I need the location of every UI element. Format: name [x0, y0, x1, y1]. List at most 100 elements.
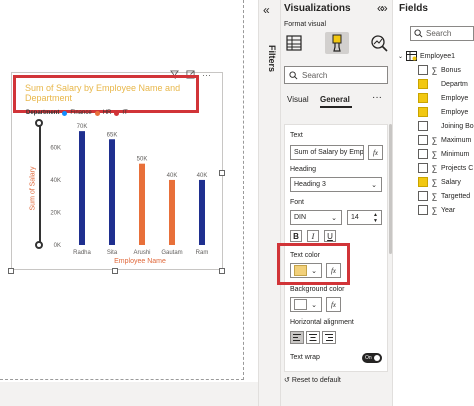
- toggle-state: On: [365, 355, 372, 361]
- legend-title: Department: [26, 110, 60, 116]
- filters-label[interactable]: Filters: [263, 45, 277, 73]
- text-color-highlight-box: [277, 243, 350, 285]
- fx-button[interactable]: fx: [368, 145, 383, 160]
- x-tick-label: Ram: [196, 250, 209, 256]
- field-checkbox[interactable]: [418, 79, 428, 89]
- bold-button[interactable]: B: [290, 230, 302, 242]
- field-label: Minimum: [441, 150, 470, 158]
- reset-label: Reset to default: [291, 377, 341, 384]
- analytics-magnifier-icon[interactable]: [369, 33, 389, 53]
- text-label: Text: [290, 132, 303, 139]
- resize-handle[interactable]: [8, 268, 14, 274]
- zoom-slider-track[interactable]: [39, 123, 41, 245]
- resize-handle[interactable]: [219, 170, 225, 176]
- field-checkbox[interactable]: [418, 121, 428, 131]
- field-item[interactable]: ∑ Maximum: [418, 133, 474, 147]
- field-checkbox[interactable]: [418, 205, 428, 215]
- sigma-icon: ∑: [431, 135, 438, 145]
- italic-button[interactable]: I: [307, 230, 319, 242]
- field-item[interactable]: ∑ Year: [418, 203, 474, 217]
- field-checkbox[interactable]: [418, 107, 428, 117]
- background-color-label: Background color: [290, 286, 345, 293]
- field-label: Maximum: [441, 136, 472, 144]
- legend-marker: [94, 110, 100, 116]
- align-right-icon[interactable]: [322, 331, 336, 344]
- legend-item[interactable]: Finance: [70, 110, 91, 116]
- format-paintbrush-icon[interactable]: [325, 32, 349, 54]
- sigma-icon: ∑: [431, 177, 438, 187]
- align-center-icon[interactable]: [306, 331, 320, 344]
- sigma-icon: ∑: [431, 163, 438, 173]
- zoom-slider-handle[interactable]: [35, 241, 43, 249]
- table-name: Employee1: [420, 52, 456, 60]
- resize-handle[interactable]: [219, 268, 225, 274]
- text-wrap-toggle[interactable]: On: [362, 353, 382, 363]
- field-item[interactable]: ∑ Projects C: [418, 161, 474, 175]
- field-item[interactable]: ∑ Bonus: [418, 63, 474, 77]
- sigma-icon: ∑: [431, 205, 438, 215]
- underline-button[interactable]: U: [324, 230, 336, 242]
- search-placeholder: Search: [426, 29, 452, 38]
- field-table-employee1[interactable]: ⌄ Employee1: [398, 49, 455, 63]
- field-item[interactable]: Joining Bo: [418, 119, 474, 133]
- data-label: 50K: [137, 157, 148, 163]
- title-text-input[interactable]: Sum of Salary by Emp: [290, 145, 364, 160]
- field-checkbox[interactable]: [418, 149, 428, 159]
- visualizations-search-input[interactable]: Search: [284, 66, 388, 84]
- more-options-icon[interactable]: ···: [202, 70, 211, 80]
- search-icon: [414, 29, 423, 38]
- field-item[interactable]: ∑ Salary: [418, 175, 474, 189]
- heading-dropdown[interactable]: Heading 3 ⌄: [290, 177, 382, 192]
- field-checkbox[interactable]: [418, 163, 428, 173]
- field-item[interactable]: ∑ Minimum: [418, 147, 474, 161]
- field-label: Targetted: [441, 192, 471, 200]
- field-item[interactable]: Departm: [418, 77, 474, 91]
- font-label: Font: [290, 199, 305, 206]
- data-label: 40K: [167, 173, 178, 179]
- field-item[interactable]: Employe: [418, 105, 474, 119]
- field-label: Projects C: [441, 164, 474, 172]
- y-tick-label: 0K: [54, 243, 61, 249]
- x-tick-label: Radha: [73, 250, 91, 256]
- field-item[interactable]: Employe: [418, 91, 474, 105]
- data-label: 70K: [77, 124, 88, 130]
- field-item[interactable]: ∑ Targetted: [418, 189, 474, 203]
- font-family-dropdown[interactable]: DIN ⌄: [290, 210, 342, 225]
- resize-handle[interactable]: [112, 268, 118, 274]
- field-checkbox[interactable]: [418, 177, 428, 187]
- data-label: 40K: [197, 173, 208, 179]
- fields-search-input[interactable]: Search: [410, 26, 474, 41]
- zoom-slider-handle[interactable]: [35, 119, 43, 127]
- text-wrap-label: Text wrap: [290, 354, 320, 361]
- stepper-arrows-icon[interactable]: ▲ ▼: [373, 212, 378, 224]
- reset-to-default-button[interactable]: ↺ Reset to default: [284, 376, 341, 384]
- field-checkbox[interactable]: [418, 191, 428, 201]
- field-checkbox[interactable]: [418, 65, 428, 75]
- align-left-icon[interactable]: [290, 331, 304, 344]
- x-tick-label: Sita: [107, 250, 118, 256]
- x-tick-label: Gautam: [161, 250, 182, 256]
- sigma-icon: ∑: [431, 149, 438, 159]
- collapse-fields-icon[interactable]: »: [381, 1, 388, 15]
- legend-item[interactable]: IT: [122, 110, 127, 116]
- field-label: Salary: [441, 178, 461, 186]
- y-tick-label: 60K: [50, 145, 61, 151]
- field-checkbox[interactable]: [418, 135, 428, 145]
- more-options-icon[interactable]: ···: [372, 92, 382, 103]
- x-tick-label: Arushi: [133, 250, 150, 256]
- legend-item[interactable]: HR: [103, 110, 112, 116]
- font-size-stepper[interactable]: 14 ▲ ▼: [347, 210, 382, 225]
- tab-general[interactable]: General: [320, 95, 350, 104]
- background-color-picker[interactable]: ⌄: [290, 297, 322, 312]
- collapse-filters-icon[interactable]: «: [263, 3, 270, 17]
- tab-visual[interactable]: Visual: [287, 95, 309, 104]
- page-tabs-strip: [0, 382, 258, 406]
- heading-value: Heading 3: [294, 181, 326, 188]
- bar: [109, 139, 115, 245]
- field-checkbox[interactable]: [418, 93, 428, 103]
- fx-button[interactable]: fx: [326, 297, 341, 312]
- field-label: Departm: [441, 80, 468, 88]
- table-icon: [406, 51, 418, 61]
- build-visual-icon[interactable]: [284, 33, 304, 53]
- page-border: [0, 379, 244, 380]
